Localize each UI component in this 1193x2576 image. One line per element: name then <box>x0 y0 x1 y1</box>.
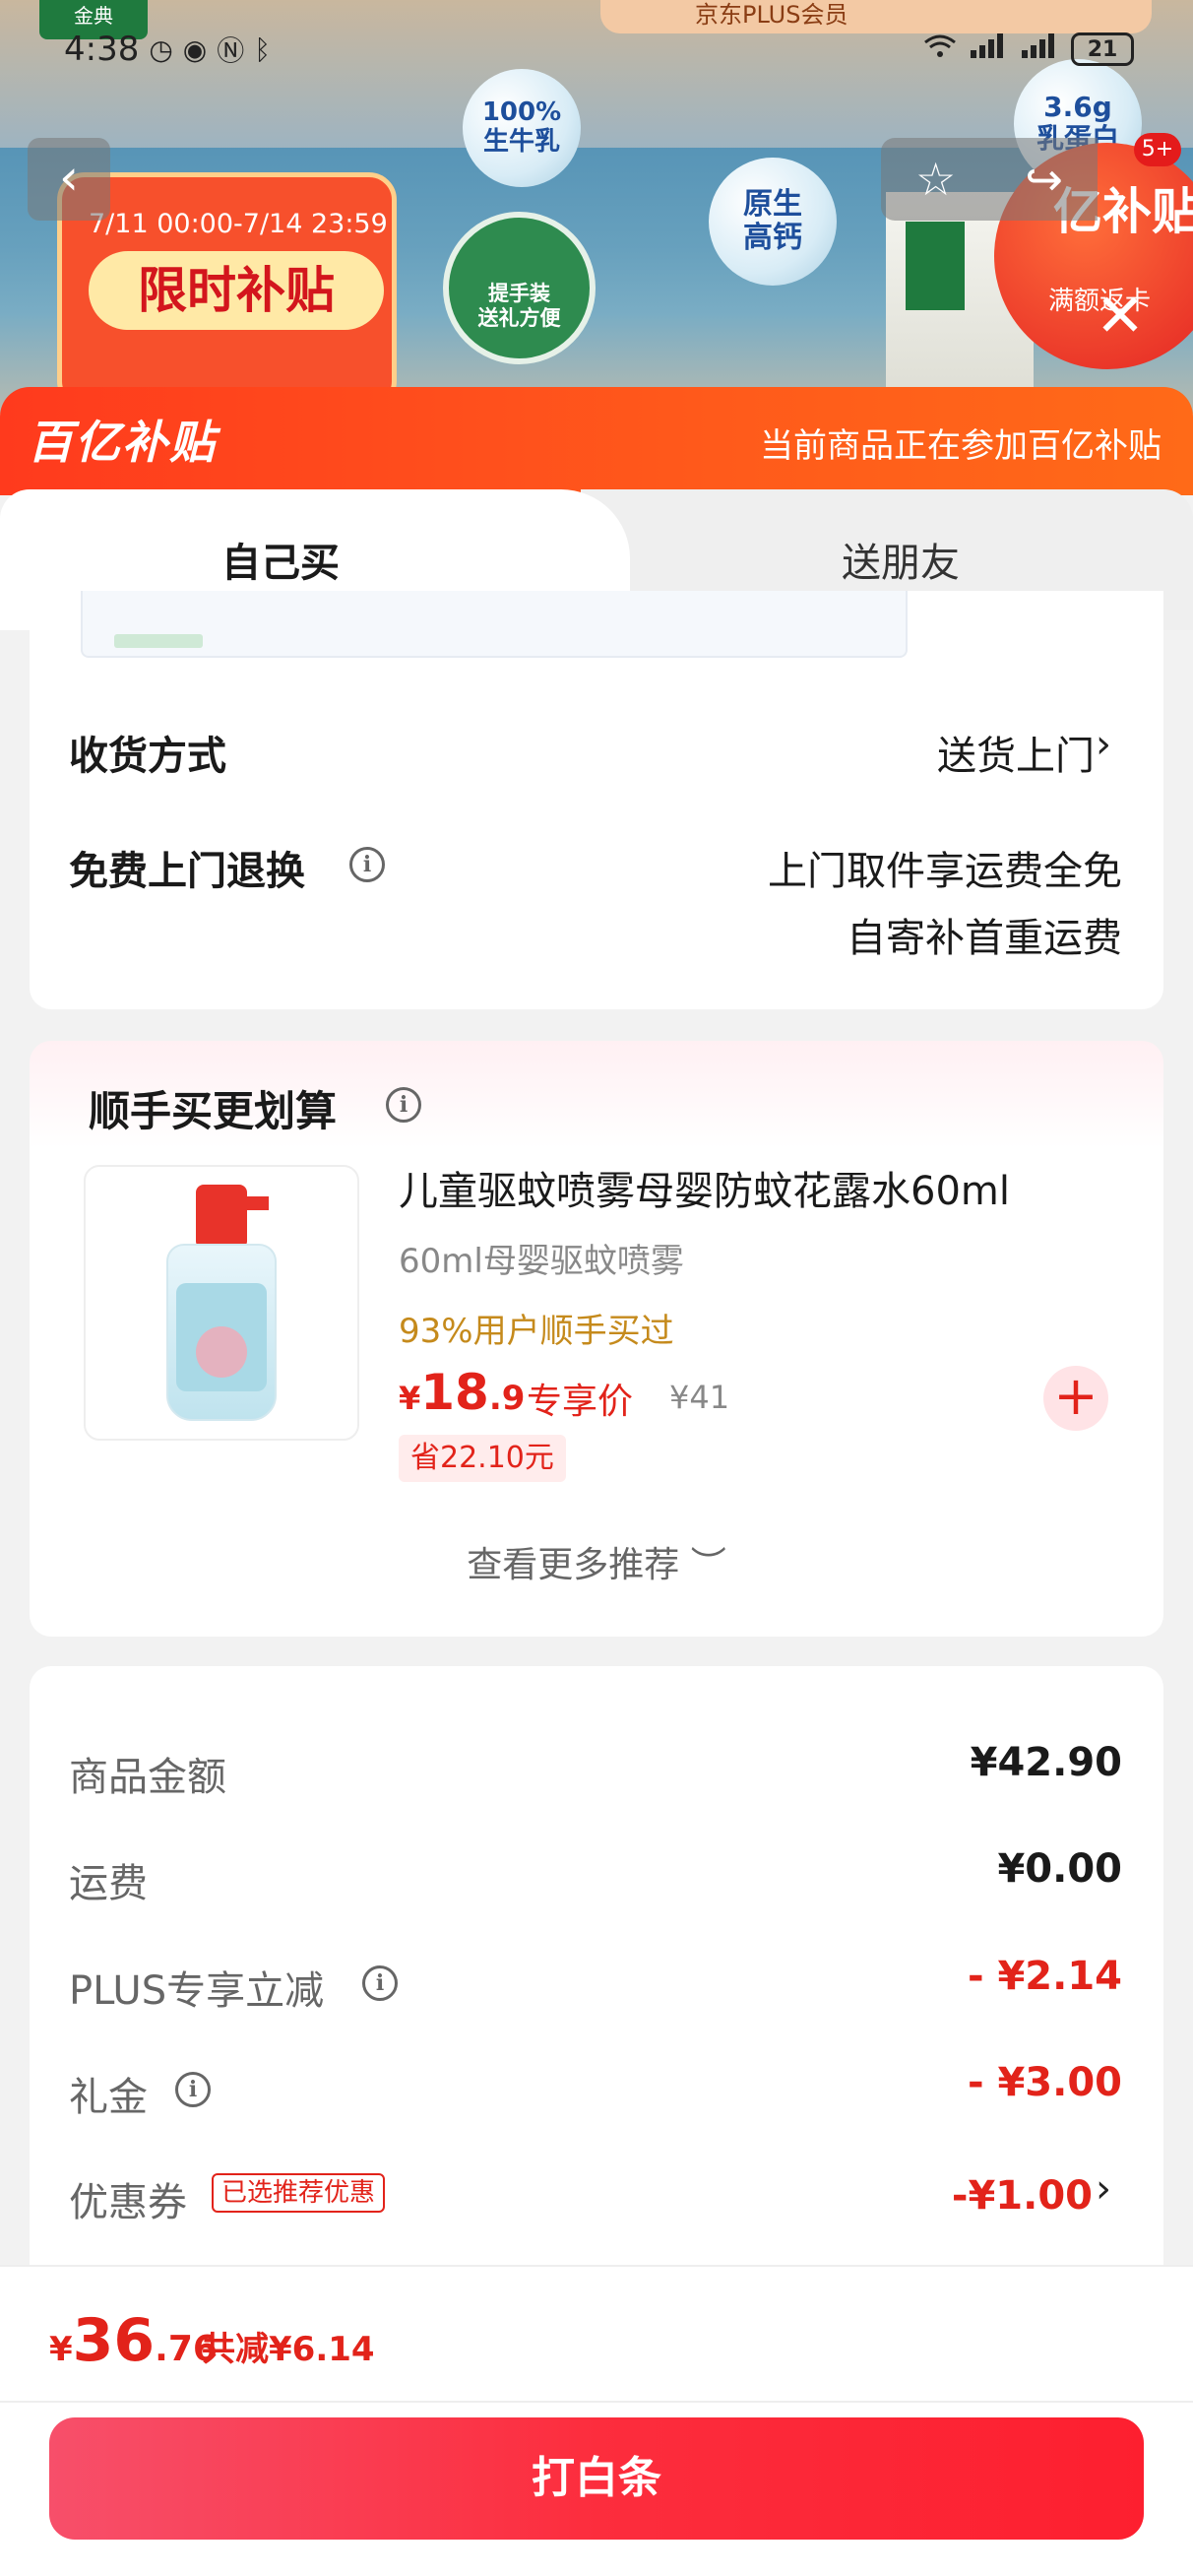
gift-badge: 提手装 送礼方便 <box>443 212 596 364</box>
upsell-card: 顺手买更划算 i 儿童驱蚊喷雾母婴防蚊花露水60ml 60ml母婴驱蚊喷雾 93… <box>30 1041 1163 1637</box>
back-button[interactable]: ‹ <box>28 138 110 221</box>
free-return-line1: 上门取件享运费全免 <box>768 849 1122 894</box>
free-return-line2: 自寄补首重运费 <box>847 916 1122 961</box>
plus-icon: + <box>1053 1365 1099 1427</box>
info-icon[interactable]: i <box>362 1965 398 2001</box>
total-currency: ¥ <box>49 2330 73 2369</box>
bluetooth-icon: ᛒ <box>254 32 272 66</box>
badge-milk: 100% 生牛乳 <box>463 69 581 187</box>
chevron-right-icon[interactable]: › <box>1096 2166 1111 2212</box>
total-integer: 36 <box>72 2306 156 2375</box>
more-recommendations-link[interactable]: 查看更多推荐 ︶ <box>30 1536 1163 1587</box>
price-integer: 18 <box>420 1364 489 1421</box>
chevron-right-icon[interactable]: › <box>1096 722 1111 767</box>
notification-badge: 5+ <box>1134 133 1181 166</box>
banner-actions: ☆ ↪ <box>881 138 1098 221</box>
info-icon[interactable]: i <box>349 847 385 882</box>
divider <box>0 2401 1193 2403</box>
delivery-method-label: 收货方式 <box>69 734 226 779</box>
summary-label-gift: 礼金 <box>69 2075 148 2120</box>
info-icon[interactable]: i <box>175 2072 211 2107</box>
battery-icon: 21 <box>1071 32 1134 66</box>
sync-icon: ◷ <box>149 32 173 66</box>
summary-value-coupon[interactable]: -¥1.00 <box>952 2173 1093 2219</box>
coupon-chip: 已选推荐优惠 <box>212 2173 386 2213</box>
milk-brand-label <box>906 222 965 310</box>
signal-icon <box>969 32 1008 67</box>
subsidy-note: 当前商品正在参加百亿补贴 <box>760 426 1162 466</box>
favorite-icon[interactable]: ☆ <box>915 153 956 206</box>
nfc-icon: Ⓝ <box>217 34 245 67</box>
exclusive-price-tag: 专享价 <box>527 1382 634 1422</box>
tab-gift-label[interactable]: 送朋友 <box>842 531 960 588</box>
product-subtitle: 60ml母婴驱蚊喷雾 <box>399 1242 684 1281</box>
free-return-label: 免费上门退换 <box>69 849 305 894</box>
signal-2-icon <box>1020 32 1059 67</box>
close-icon[interactable]: ✕ <box>1093 287 1148 346</box>
address-preview-strip <box>81 591 908 658</box>
price-decimal: .9 <box>488 1379 526 1418</box>
eye-icon: ◉ <box>182 32 208 66</box>
summary-label-coupon: 优惠券 <box>69 2180 187 2225</box>
bought-rate: 93%用户顺手买过 <box>399 1312 674 1351</box>
product-price: ¥18.9 <box>399 1364 525 1421</box>
subsidy-header: 百亿补贴 当前商品正在参加百亿补贴 <box>0 387 1193 495</box>
status-time: 4:38 <box>64 30 140 69</box>
total-discount: 共减¥6.14 <box>202 2330 375 2369</box>
add-to-order-button[interactable]: + <box>1043 1366 1108 1431</box>
pay-button[interactable]: 打白条 <box>49 2417 1144 2540</box>
summary-value-plus: - ¥2.14 <box>967 1954 1122 1999</box>
product-title[interactable]: 儿童驱蚊喷雾母婴防蚊花露水60ml <box>399 1159 1010 1216</box>
delivery-card: 收货方式 送货上门 › 免费上门退换 i 上门取件享运费全免 自寄补首重运费 <box>30 591 1163 1009</box>
summary-value-shipping: ¥0.00 <box>997 1846 1122 1892</box>
upsell-title: 顺手买更划算 <box>89 1087 338 1135</box>
subsidy-logo: 百亿补贴 <box>28 416 217 469</box>
delivery-method-value[interactable]: 送货上门 <box>937 724 1095 781</box>
badge-calcium: 原生 高钙 <box>709 158 837 286</box>
status-bar: 4:38 ◷ ◉ Ⓝ ᛒ 21 <box>0 25 1193 74</box>
summary-label-shipping: 运费 <box>69 1861 148 1906</box>
summary-value-goods: ¥42.90 <box>970 1740 1122 1785</box>
summary-value-gift: - ¥3.00 <box>967 2060 1122 2105</box>
price-currency: ¥ <box>399 1380 421 1417</box>
summary-label-plus: PLUS专享立减 <box>69 1968 325 2014</box>
checkout-bar: ¥36.76 共减¥6.14 打白条 <box>0 2265 1193 2576</box>
summary-label-goods: 商品金额 <box>69 1755 226 1800</box>
share-icon[interactable]: ↪ <box>1025 153 1063 206</box>
promo-date: 7/11 00:00-7/14 23:59 <box>89 209 388 239</box>
tab-self-buy-label[interactable]: 自己买 <box>221 531 340 588</box>
info-icon[interactable]: i <box>386 1087 421 1123</box>
wifi-icon <box>923 33 957 66</box>
total-price: ¥36.76 <box>49 2306 218 2375</box>
original-price: ¥41 <box>669 1379 730 1416</box>
savings-badge: 省22.10元 <box>399 1435 566 1482</box>
product-image[interactable] <box>84 1165 359 1441</box>
price-summary-card: 商品金额 ¥42.90 运费 ¥0.00 PLUS专享立减 i - ¥2.14 … <box>30 1666 1163 2296</box>
promo-title: 限时补贴 <box>89 251 384 330</box>
